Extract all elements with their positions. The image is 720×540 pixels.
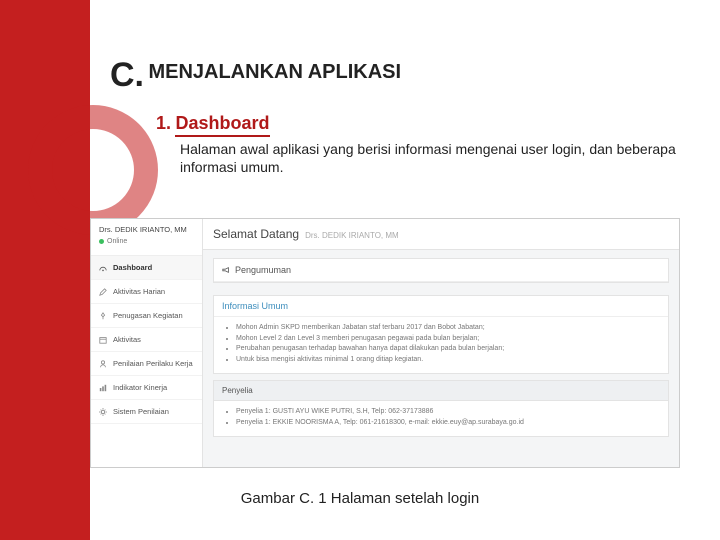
sidebar-item-aktivitas[interactable]: Aktivitas (91, 328, 202, 352)
penyelia-panel: Penyelia Penyelia 1: GUSTI AYU WIKE PUTR… (213, 380, 669, 437)
list-item: Perubahan penugasan terhadap bawahan han… (236, 344, 660, 355)
pin-icon (99, 312, 107, 320)
megaphone-icon (222, 266, 230, 274)
sidebar-item-indikator[interactable]: Indikator Kinerja (91, 376, 202, 400)
page-title: Selamat Datang (213, 227, 299, 241)
page-subtitle: Drs. DEDIK IRIANTO, MM (305, 231, 399, 240)
subheading-description: Halaman awal aplikasi yang berisi inform… (180, 140, 690, 176)
bars-icon (99, 384, 107, 392)
list-item: Untuk bisa mengisi aktivitas minimal 1 o… (236, 355, 660, 366)
subheading-title: Dashboard (175, 113, 269, 137)
sidebar-item-sistem-penilaian[interactable]: Sistem Penilaian (91, 400, 202, 424)
sidebar-item-penugasan[interactable]: Penugasan Kegiatan (91, 304, 202, 328)
info-panel-title: Informasi Umum (214, 296, 668, 317)
heading-prefix: C. (110, 56, 144, 94)
main-area: Selamat Datang Drs. DEDIK IRIANTO, MM Pe… (203, 219, 679, 467)
gauge-icon (99, 264, 107, 272)
announcement-panel: Pengumuman (213, 258, 669, 283)
sidebar-item-label: Penilaian Perilaku Kerja (113, 359, 193, 368)
user-status-label: Online (107, 238, 127, 245)
sidebar-item-label: Indikator Kinerja (113, 383, 167, 392)
sidebar-item-label: Dashboard (113, 263, 152, 272)
subheading-number: 1. (156, 113, 171, 133)
online-dot-icon (99, 239, 104, 244)
sidebar-item-aktivitas-harian[interactable]: Aktivitas Harian (91, 280, 202, 304)
user-status: Online (99, 238, 194, 245)
sidebar-item-label: Aktivitas (113, 335, 141, 344)
sidebar-item-label: Penugasan Kegiatan (113, 311, 183, 320)
slide-red-bar (0, 0, 90, 540)
list-item: Penyelia 1: EKKIE NOORISMA A, Telp: 061-… (236, 418, 660, 429)
user-name: Drs. DEDIK IRIANTO, MM (99, 225, 194, 234)
heading-title: MENJALANKAN APLIKASI (148, 61, 401, 84)
sidebar-item-dashboard[interactable]: Dashboard (91, 256, 202, 280)
info-panel: Informasi Umum Mohon Admin SKPD memberik… (213, 295, 669, 374)
list-item: Mohon Admin SKPD memberikan Jabatan staf… (236, 323, 660, 334)
sidebar: Drs. DEDIK IRIANTO, MM Online Dashboard … (91, 219, 203, 467)
app-screenshot: Drs. DEDIK IRIANTO, MM Online Dashboard … (90, 218, 680, 468)
sidebar-item-label: Aktivitas Harian (113, 287, 165, 296)
list-item: Mohon Level 2 dan Level 3 memberi penuga… (236, 334, 660, 345)
figure-caption: Gambar C. 1 Halaman setelah login (0, 490, 720, 507)
calendar-icon (99, 336, 107, 344)
sidebar-menu: Dashboard Aktivitas Harian Penugasan Keg… (91, 256, 202, 424)
user-icon (99, 360, 107, 368)
pencil-icon (99, 288, 107, 296)
page-header: Selamat Datang Drs. DEDIK IRIANTO, MM (203, 219, 679, 250)
gear-icon (99, 408, 107, 416)
sidebar-item-penilaian-perilaku[interactable]: Penilaian Perilaku Kerja (91, 352, 202, 376)
penyelia-panel-title: Penyelia (214, 381, 668, 401)
sidebar-item-label: Sistem Penilaian (113, 407, 169, 416)
sidebar-user-block: Drs. DEDIK IRIANTO, MM Online (91, 219, 202, 256)
announcement-label: Pengumuman (235, 265, 291, 275)
list-item: Penyelia 1: GUSTI AYU WIKE PUTRI, S.H, T… (236, 407, 660, 418)
